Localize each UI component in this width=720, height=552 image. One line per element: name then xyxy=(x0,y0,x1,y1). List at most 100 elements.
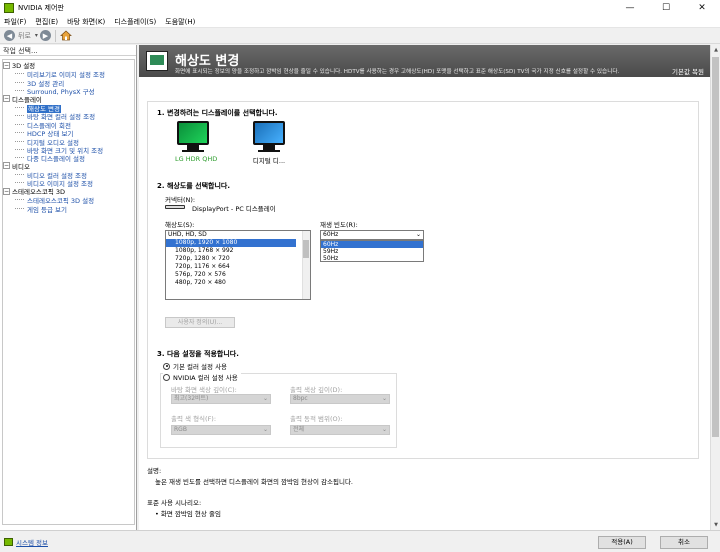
resolution-option[interactable]: 1080p, 1920 × 1080 xyxy=(166,239,296,247)
radio-default-color[interactable]: 기본 컬러 설정 사용 xyxy=(163,361,227,371)
close-button[interactable]: ✕ xyxy=(684,0,720,16)
refresh-rate-dropdown-list[interactable]: 60Hz 59Hz 50Hz xyxy=(320,240,424,262)
restore-defaults-link[interactable]: 기본값 복원 xyxy=(672,66,704,76)
resolution-scroll-thumb[interactable] xyxy=(303,240,309,258)
display-settings-icon xyxy=(146,51,168,71)
tree-item-digital-audio[interactable]: 디지털 오디오 설정 xyxy=(3,137,134,147)
refresh-option[interactable]: 60Hz xyxy=(321,241,423,248)
output-color-format-label: 출력 색 형식(F): xyxy=(171,415,217,423)
scroll-down-icon[interactable]: ▼ xyxy=(711,520,720,530)
task-panel: 작업 선택... −3D 설정 미리보기로 이미지 설정 조정 3D 설정 관리… xyxy=(0,45,137,530)
radio-indicator[interactable] xyxy=(163,373,170,381)
scenario-item: • 화면 깜박임 현상 줄임 xyxy=(155,510,221,518)
collapse-icon[interactable]: − xyxy=(3,95,10,103)
tree-item-video-color[interactable]: 비디오 컬러 설정 조정 xyxy=(3,170,134,180)
refresh-option[interactable]: 59Hz xyxy=(321,248,423,255)
resolution-list[interactable]: UHD, HD, SD 1080p, 1920 × 1080 1080p, 17… xyxy=(165,230,311,300)
collapse-icon[interactable]: − xyxy=(3,61,10,69)
tree-item-game-ratings[interactable]: 게임 등급 보기 xyxy=(3,204,134,214)
displayport-connector-icon xyxy=(165,205,185,209)
chevron-down-icon: ⌄ xyxy=(381,426,387,433)
nvidia-app-icon xyxy=(4,3,14,13)
maximize-button[interactable]: ☐ xyxy=(648,0,684,16)
monitor-lg-hdr-qhd[interactable]: LG HDR QHD xyxy=(175,121,218,163)
resolution-option[interactable]: 576p, 720 × 576 xyxy=(166,271,310,279)
cancel-button[interactable]: 취소 xyxy=(660,536,708,549)
resolution-option[interactable]: 1080p, 1768 × 992 xyxy=(166,247,310,255)
output-color-depth-label: 출력 색상 깊이(D): xyxy=(290,386,343,394)
tree-item-hdcp-status[interactable]: HDCP 상태 보기 xyxy=(3,128,134,138)
tree-item-multi-display[interactable]: 다중 디스플레이 설정 xyxy=(3,153,134,163)
monitor-icon xyxy=(253,121,285,145)
radio-indicator[interactable] xyxy=(163,362,170,370)
resolution-option[interactable]: 480p, 720 × 480 xyxy=(166,279,310,287)
desktop-color-depth-select[interactable]: 최고(32비트) ⌄ xyxy=(171,394,271,404)
menu-help[interactable]: 도움말(H) xyxy=(165,17,195,27)
menu-desktop[interactable]: 바탕 화면(K) xyxy=(67,17,105,27)
tree-item-rotate-display[interactable]: 디스플레이 회전 xyxy=(3,120,134,130)
step1-heading: 1. 변경하려는 디스플레이를 선택합니다. xyxy=(157,109,278,117)
output-dynamic-range-select[interactable]: 전체 ⌄ xyxy=(290,425,390,435)
back-label[interactable]: 뒤로 xyxy=(18,31,31,41)
description-section: 설명: 높은 재생 빈도를 선택하면 디스플레이 화면의 깜박임 현상이 감소됩… xyxy=(147,465,697,519)
output-color-format-select[interactable]: RGB ⌄ xyxy=(171,425,271,435)
chevron-down-icon: ⌄ xyxy=(262,395,268,402)
collapse-icon[interactable]: − xyxy=(3,162,10,170)
connector-label: 커넥터(N): xyxy=(165,196,196,204)
monitor-label: LG HDR QHD xyxy=(175,155,218,163)
tree-item-change-resolution[interactable]: 해상도 변경 xyxy=(3,103,134,113)
step3-heading: 3. 다음 설정을 적용합니다. xyxy=(157,350,239,358)
apply-button[interactable]: 적용(A) xyxy=(598,536,646,549)
back-arrow-icon[interactable]: ◀ xyxy=(4,30,15,41)
monitor-digital[interactable]: 디지털 디... xyxy=(251,121,287,165)
description-label: 설명: xyxy=(147,467,162,475)
chevron-down-icon: ⌄ xyxy=(381,395,387,402)
tree-item-desktop-color[interactable]: 바탕 화면 컬러 설정 조정 xyxy=(3,111,134,121)
forward-arrow-icon[interactable]: ▶ xyxy=(39,30,51,41)
collapse-icon[interactable]: − xyxy=(3,187,10,195)
tree-item-surround-physx[interactable]: Surround, PhysX 구성 xyxy=(3,86,134,96)
customize-button[interactable]: 사용자 정의(U)... xyxy=(165,317,235,328)
toolbar: ◀ 뒤로 ▾ ▶ xyxy=(0,28,720,44)
menu-edit[interactable]: 편집(E) xyxy=(35,17,58,27)
system-info-link[interactable]: 시스템 정보 xyxy=(4,537,48,547)
refresh-option[interactable]: 50Hz xyxy=(321,255,423,262)
page-banner: 해상도 변경 화면에 표시되는 정보의 양을 조정하고 깜박임 현상을 줄일 수… xyxy=(139,45,710,77)
output-color-depth-select[interactable]: 8bpc ⌄ xyxy=(290,394,390,404)
scroll-thumb[interactable] xyxy=(712,57,719,437)
tree-category-3d[interactable]: −3D 설정 xyxy=(3,61,134,70)
tree-item-stereo3d-settings[interactable]: 스테레오스코픽 3D 설정 xyxy=(3,195,134,205)
tree-item-3d-manage[interactable]: 3D 설정 관리 xyxy=(3,78,134,88)
chevron-down-icon[interactable]: ⌄ xyxy=(416,231,421,239)
menu-file[interactable]: 파일(F) xyxy=(4,17,26,27)
refresh-rate-label: 재생 빈도(R): xyxy=(320,221,358,229)
scroll-up-icon[interactable]: ▲ xyxy=(711,45,720,55)
task-tree: −3D 설정 미리보기로 이미지 설정 조정 3D 설정 관리 Surround… xyxy=(2,59,135,525)
tree-item-desktop-size[interactable]: 바탕 화면 크기 및 위치 조정 xyxy=(3,145,134,155)
status-bar: 시스템 정보 적용(A) 취소 xyxy=(0,530,720,552)
refresh-rate-value: 60Hz xyxy=(323,231,339,238)
resolution-option[interactable]: 720p, 1280 × 720 xyxy=(166,255,310,263)
resolution-option[interactable]: 720p, 1176 × 664 xyxy=(166,263,310,271)
chevron-down-icon: ⌄ xyxy=(262,426,268,433)
tree-item-video-image[interactable]: 비디오 이미지 설정 조정 xyxy=(3,178,134,188)
resolution-group-header: UHD, HD, SD xyxy=(168,231,207,238)
monitor-label: 디지털 디... xyxy=(252,157,286,165)
back-dropdown-icon[interactable]: ▾ xyxy=(35,32,38,39)
settings-area: 1. 변경하려는 디스플레이를 선택합니다. LG HDR QHD 디지털 디.… xyxy=(147,101,699,459)
radio-default-label: 기본 컬러 설정 사용 xyxy=(173,363,228,371)
radio-nvidia-color[interactable]: NVIDIA 컬러 설정 사용 xyxy=(163,372,241,382)
menu-display[interactable]: 디스플레이(S) xyxy=(114,17,156,27)
menu-bar: 파일(F) 편집(E) 바탕 화면(K) 디스플레이(S) 도움말(H) xyxy=(0,16,720,28)
output-dynamic-range-label: 출력 동적 범위(O): xyxy=(290,415,343,423)
home-icon[interactable] xyxy=(60,30,73,42)
content-scrollbar[interactable]: ▲ ▼ xyxy=(710,45,720,530)
monitor-icon xyxy=(177,121,209,145)
step2-heading: 2. 해상도를 선택합니다. xyxy=(157,182,231,190)
window-title: NVIDIA 제어판 xyxy=(18,4,64,12)
content-panel: 해상도 변경 화면에 표시되는 정보의 양을 조정하고 깜박임 현상을 줄일 수… xyxy=(139,45,710,530)
refresh-rate-select[interactable]: 60Hz ⌄ xyxy=(320,230,424,240)
tree-item-3d-preview[interactable]: 미리보기로 이미지 설정 조정 xyxy=(3,69,134,79)
desktop-color-depth-label: 바탕 화면 색상 깊이(C): xyxy=(171,386,237,394)
minimize-button[interactable]: — xyxy=(612,0,648,16)
